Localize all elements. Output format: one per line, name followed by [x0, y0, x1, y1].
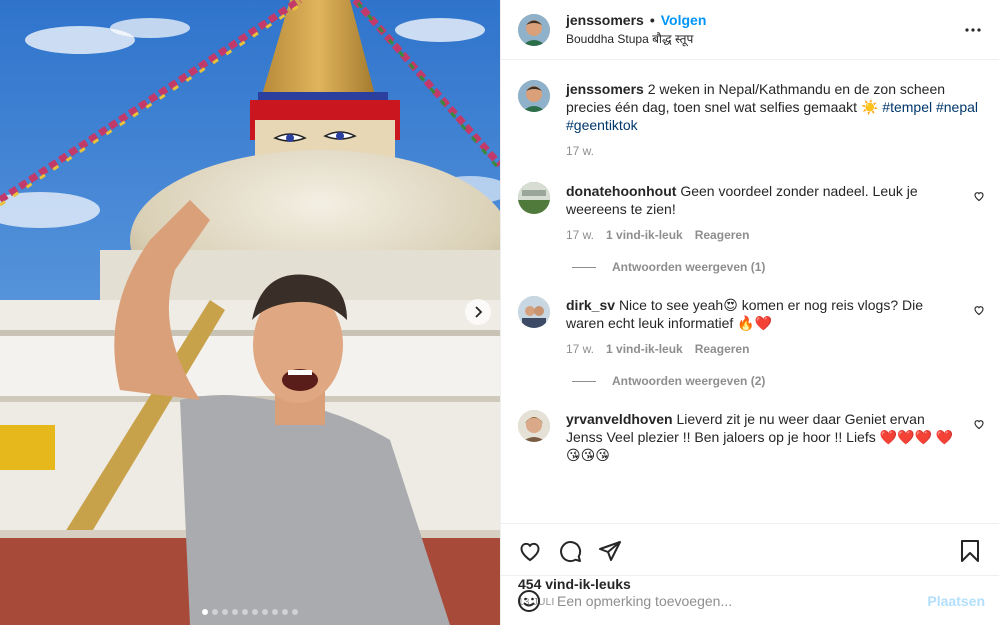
comment: dirk_sv Nice to see yeah😍 komen er nog r… [518, 296, 985, 358]
caption-username[interactable]: jenssomers [566, 81, 644, 97]
comment-meta: 17 w. 1 vind-ik-leuk Reageren [566, 226, 963, 244]
more-options-button[interactable] [961, 18, 985, 42]
like-comment-heart-icon[interactable] [973, 418, 985, 430]
post-header: jenssomers • Volgen Bouddha Stupa बौद्ध … [501, 0, 999, 60]
post-dialog: jenssomers • Volgen Bouddha Stupa बौद्ध … [0, 0, 999, 625]
comment: yrvanveldhoven Lieverd zit je nu weer da… [518, 410, 985, 464]
timestamp[interactable]: 17 w. [566, 142, 594, 160]
photo-scene [0, 0, 500, 625]
bookmark-icon [961, 540, 979, 562]
avatar-image [518, 80, 550, 112]
comment-icon [560, 541, 582, 563]
like-button[interactable] [515, 536, 545, 566]
more-horizontal-icon [965, 27, 981, 32]
comment-body: yrvanveldhoven Lieverd zit je nu weer da… [566, 410, 985, 464]
comment-body: dirk_sv Nice to see yeah😍 komen er nog r… [566, 296, 985, 358]
avatar[interactable] [518, 80, 550, 112]
carousel-dot [242, 609, 248, 615]
action-icons [515, 536, 985, 566]
comment-button[interactable] [555, 536, 585, 566]
avatar-image [518, 13, 550, 46]
caption: jenssomers 2 weken in Nepal/Kathmandu en… [518, 80, 985, 160]
share-button[interactable] [595, 536, 625, 566]
caption-meta: 17 w. [566, 142, 985, 160]
view-replies-button[interactable]: Antwoorden weergeven (1) [572, 260, 985, 274]
comment-text: Nice to see yeah😍 komen er nog reis vlog… [566, 297, 924, 331]
view-replies-label: Antwoorden weergeven (2) [612, 374, 766, 388]
hashtag-link[interactable]: #geentiktok [566, 117, 638, 133]
avatar-image [518, 182, 550, 214]
carousel-indicator [0, 609, 500, 615]
timestamp[interactable]: 17 w. [566, 226, 594, 244]
paper-plane-icon [599, 541, 621, 561]
avatar[interactable] [518, 182, 550, 214]
carousel-dot [282, 609, 288, 615]
caption-body: jenssomers 2 weken in Nepal/Kathmandu en… [566, 80, 985, 160]
like-count[interactable]: 1 vind-ik-leuk [606, 226, 683, 244]
comment-username[interactable]: donatehoonhout [566, 183, 676, 199]
emoji-icon[interactable] [517, 589, 541, 613]
avatar[interactable] [518, 13, 550, 46]
like-comment-heart-icon[interactable] [973, 190, 985, 202]
carousel-dot [272, 609, 278, 615]
avatar-image [518, 296, 550, 328]
carousel-dot [262, 609, 268, 615]
header-username[interactable]: jenssomers [566, 12, 644, 28]
post-photo[interactable] [0, 0, 500, 625]
chevron-right-icon [475, 306, 483, 318]
replies-divider [572, 380, 596, 382]
header-text: jenssomers • Volgen Bouddha Stupa बौद्ध … [566, 12, 961, 47]
avatar-image [518, 410, 550, 442]
reply-button[interactable]: Reageren [695, 226, 750, 244]
save-button[interactable] [955, 536, 985, 566]
carousel-dot [232, 609, 238, 615]
avatar[interactable] [518, 410, 550, 442]
follow-button[interactable]: Volgen [661, 12, 707, 28]
avatar[interactable] [518, 296, 550, 328]
next-slide-button[interactable] [465, 299, 491, 325]
carousel-dot [222, 609, 228, 615]
carousel-dot [212, 609, 218, 615]
location-link[interactable]: Bouddha Stupa बौद्ध स्तूप [566, 30, 961, 47]
header-title-row: jenssomers • Volgen [566, 12, 961, 28]
heart-icon [520, 542, 540, 562]
replies-divider [572, 266, 596, 268]
comment: donatehoonhout Geen voordeel zonder nade… [518, 182, 985, 244]
comment-body: donatehoonhout Geen voordeel zonder nade… [566, 182, 985, 244]
timestamp[interactable]: 17 w. [566, 340, 594, 358]
add-comment-bar: Plaatsen [501, 575, 999, 625]
comment-username[interactable]: yrvanveldhoven [566, 411, 673, 427]
like-count[interactable]: 1 vind-ik-leuk [606, 340, 683, 358]
carousel-dot [202, 609, 208, 615]
carousel-dot [292, 609, 298, 615]
comments-list: jenssomers 2 weken in Nepal/Kathmandu en… [501, 60, 999, 523]
hashtag-link[interactable]: #tempel [882, 99, 932, 115]
reply-button[interactable]: Reageren [695, 340, 750, 358]
separator-dot: • [649, 12, 655, 28]
comment-username[interactable]: dirk_sv [566, 297, 615, 313]
comment-meta: 17 w. 1 vind-ik-leuk Reageren [566, 340, 963, 358]
like-comment-heart-icon[interactable] [973, 304, 985, 316]
hashtag-link[interactable]: #nepal [936, 99, 978, 115]
view-replies-button[interactable]: Antwoorden weergeven (2) [572, 374, 985, 388]
post-sidebar: jenssomers • Volgen Bouddha Stupa बौद्ध … [500, 0, 999, 625]
carousel-dot [252, 609, 258, 615]
post-comment-button[interactable]: Plaatsen [927, 593, 985, 609]
comment-input[interactable] [557, 592, 928, 609]
view-replies-label: Antwoorden weergeven (1) [612, 260, 766, 274]
